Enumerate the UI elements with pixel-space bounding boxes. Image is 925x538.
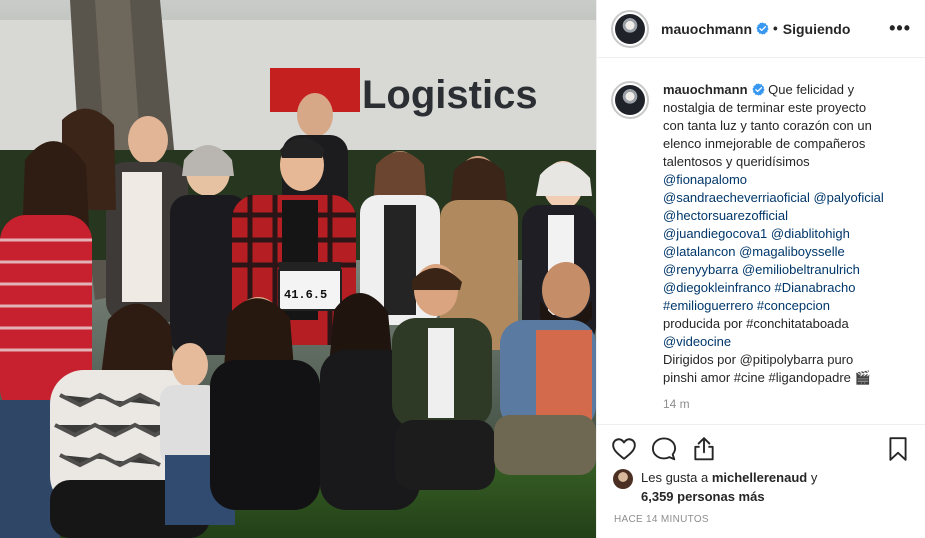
likes-and: y	[810, 470, 818, 485]
caption-line: talentosos y queridísimos	[663, 154, 810, 169]
verified-badge-icon	[751, 83, 765, 96]
following-button[interactable]: Siguiendo	[783, 21, 851, 37]
post-side-panel: mauochmann • Siguiendo ••• mauochmann Qu…	[596, 0, 925, 538]
action-bar	[597, 424, 925, 472]
verified-badge-icon	[756, 22, 769, 35]
caption-line: Dirigidos por @pitipolybarra puro	[663, 352, 854, 367]
more-options-icon[interactable]: •••	[889, 18, 911, 39]
author-username[interactable]: mauochmann	[661, 21, 752, 37]
caption-mention-line[interactable]: @diegokleinfranco #Dianabracho	[663, 279, 907, 297]
separator-dot: •	[773, 21, 778, 36]
caption-line: con tanta luz y tanto corazón con un	[663, 118, 872, 133]
caption-username[interactable]: mauochmann	[663, 82, 748, 97]
group-photo-illustration: Logistics 41.6.5	[0, 0, 596, 538]
bookmark-icon[interactable]	[885, 436, 911, 462]
sign-text: Logistics	[362, 73, 538, 117]
caption-timestamp: 14 m	[663, 397, 690, 411]
caption-mention-line[interactable]: @sandraecheverriaoficial @palyoficial	[663, 189, 907, 207]
likes-text: Les gusta a michellerenaud y 6,359 perso…	[641, 468, 817, 506]
caption-mention-line[interactable]: @juandiegocova1 @diablitohigh	[663, 225, 907, 243]
liker-username[interactable]: michellerenaud	[712, 470, 807, 485]
caption-mention-line[interactable]: @hectorsuarezofficial	[663, 207, 907, 225]
caption-line: producida por #conchitataboada	[663, 316, 849, 331]
post-time-ago: HACE 14 MINUTOS	[614, 514, 709, 525]
caption-author-avatar[interactable]	[611, 81, 649, 119]
caption-first-line: mauochmann Que felicidad y	[663, 82, 854, 97]
caption-mention-line[interactable]: @renyybarra @emiliobeltranulrich	[663, 261, 907, 279]
caption-line: nostalgia de terminar este proyecto	[663, 100, 867, 115]
comments-area: mauochmann Que felicidad y nostalgia de …	[597, 59, 925, 424]
author-avatar[interactable]	[611, 9, 649, 48]
likes-count-link[interactable]: 6,359 personas más	[641, 489, 765, 504]
caption-line: pinshi amor #cine #ligandopadre 🎬	[663, 370, 871, 385]
heart-icon[interactable]	[611, 436, 637, 462]
caption-line: elenco inmejorable de compañeros	[663, 136, 866, 151]
post-header: mauochmann • Siguiendo •••	[597, 0, 925, 58]
clapper-text: 41.6.5	[284, 288, 327, 302]
caption-mention-line[interactable]: @fionapalomo	[663, 171, 907, 189]
clapperboard: 41.6.5	[278, 262, 342, 311]
share-icon[interactable]	[691, 436, 717, 462]
likes-prefix: Les gusta a	[641, 470, 709, 485]
caption-hashtag-line[interactable]: #emilioguerrero #concepcion	[663, 297, 907, 315]
liker-avatar[interactable]	[613, 469, 633, 489]
caption-mention-line[interactable]: @latalancon @magaliboysselle	[663, 243, 907, 261]
caption-mention-line[interactable]: @videocine	[663, 333, 907, 351]
likes-summary: Les gusta a michellerenaud y 6,359 perso…	[613, 468, 913, 506]
post-caption: mauochmann Que felicidad y nostalgia de …	[663, 81, 907, 424]
comment-icon[interactable]	[651, 436, 677, 462]
post-photo[interactable]: Logistics 41.6.5	[0, 0, 596, 538]
instagram-post: Logistics 41.6.5 mauochmann • Siguiendo …	[0, 0, 925, 538]
caption-line: Que felicidad y	[768, 82, 855, 97]
